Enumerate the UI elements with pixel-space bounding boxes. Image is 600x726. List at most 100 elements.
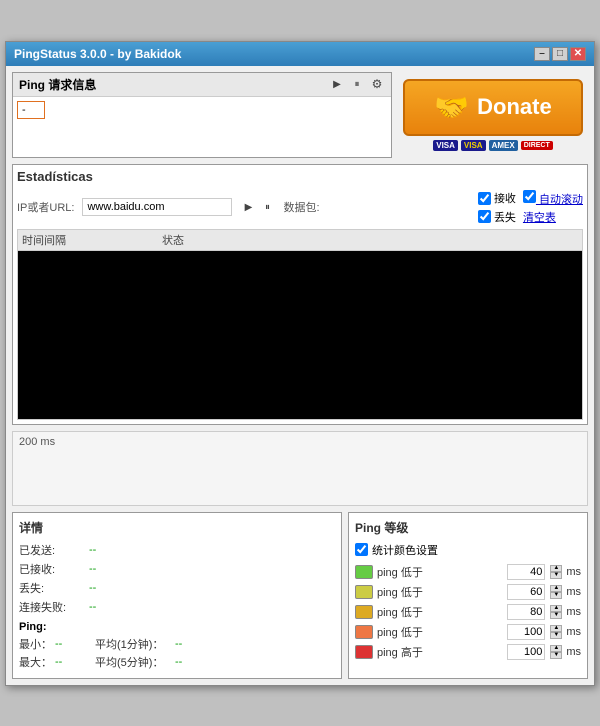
autoscroll-checkbox-row: 自动滚动: [523, 190, 583, 207]
grade-input-0[interactable]: [507, 564, 545, 580]
grade-ms-4: ms: [566, 646, 581, 658]
grade-panel: Ping 等级 统计颜色设置 ping 低于 ▲ ▼ ms ping 低于 ▲ …: [348, 512, 588, 679]
spin-down-1[interactable]: ▼: [550, 592, 562, 599]
grade-text-3: ping 低于: [377, 624, 503, 640]
grade-ms-1: ms: [566, 586, 581, 598]
stats-color-checkbox[interactable]: [355, 543, 368, 556]
failed-key: 连接失败:: [19, 599, 89, 615]
spin-up-2[interactable]: ▲: [550, 605, 562, 612]
avg5-val: --: [175, 656, 182, 668]
avg1-label: 平均(1分钟)：: [95, 636, 175, 652]
spin-up-1[interactable]: ▲: [550, 585, 562, 592]
play-button[interactable]: [329, 76, 345, 92]
receive-row: 接收 自动滚动: [478, 190, 583, 207]
payment-icons: VISA VISA AMEX DIRECT: [433, 140, 553, 151]
spinner-3: ▲ ▼: [550, 625, 562, 639]
stats-row: IP或者URL: 数据包: 接收 自动滚动: [17, 190, 583, 225]
grade-row-4: ping 高于 ▲ ▼ ms: [355, 644, 581, 660]
spin-down-2[interactable]: ▼: [550, 612, 562, 619]
pkt-label: 数据包:: [283, 199, 319, 215]
spinner-2: ▲ ▼: [550, 605, 562, 619]
pause-button[interactable]: [349, 76, 365, 92]
lose-checkbox[interactable]: [478, 210, 491, 223]
data-table-body: [17, 250, 583, 420]
grade-input-4[interactable]: [507, 644, 545, 660]
grade-row-0: ping 低于 ▲ ▼ ms: [355, 564, 581, 580]
ping-min-row: 最小： -- 平均(1分钟)： --: [19, 636, 335, 652]
received-key: 已接收:: [19, 561, 89, 577]
ping-request-box: Ping 请求信息 -: [12, 72, 392, 158]
spin-up-4[interactable]: ▲: [550, 645, 562, 652]
min-key: 最小：: [19, 636, 55, 652]
grade-ms-2: ms: [566, 606, 581, 618]
max-key: 最大：: [19, 654, 55, 670]
sent-key: 已发送:: [19, 542, 89, 558]
grade-title: Ping 等级: [355, 519, 581, 536]
ping-request-label: Ping 请求信息: [19, 76, 96, 93]
ping-request-header: Ping 请求信息: [13, 73, 391, 97]
autoscroll-label: 自动滚动: [539, 194, 583, 206]
detail-row-received: 已接收: --: [19, 561, 335, 577]
spin-down-0[interactable]: ▼: [550, 572, 562, 579]
grade-input-1[interactable]: [507, 584, 545, 600]
ip-input[interactable]: [82, 198, 232, 216]
grade-row-3: ping 低于 ▲ ▼ ms: [355, 624, 581, 640]
settings-button[interactable]: [369, 76, 385, 92]
stats-color-row: 统计颜色设置: [355, 542, 581, 558]
receive-checkbox[interactable]: [478, 192, 491, 205]
received-val: --: [89, 563, 96, 575]
grade-row-2: ping 低于 ▲ ▼ ms: [355, 604, 581, 620]
ip-label: IP或者URL:: [17, 199, 74, 215]
grade-ms-3: ms: [566, 626, 581, 638]
autoscroll-checkbox[interactable]: [523, 190, 536, 203]
spinner-0: ▲ ▼: [550, 565, 562, 579]
detail-row-sent: 已发送: --: [19, 542, 335, 558]
color-box-1: [355, 585, 373, 599]
maximize-button[interactable]: □: [552, 47, 568, 61]
title-bar-buttons: – □ ✕: [534, 47, 586, 61]
close-button[interactable]: ✕: [570, 47, 586, 61]
direct-icon: DIRECT: [521, 141, 553, 150]
ping-request-content: -: [13, 97, 391, 157]
grade-input-3[interactable]: [507, 624, 545, 640]
col-time: 时间间隔: [22, 232, 162, 248]
url-entry[interactable]: -: [17, 101, 45, 119]
stats-section: Estadísticas IP或者URL: 数据包: 接收 自动滚动: [12, 164, 588, 425]
ping-max-row: 最大： -- 平均(5分钟)： --: [19, 654, 335, 670]
col-status: 状态: [162, 232, 578, 248]
grade-text-4: ping 高于: [377, 644, 503, 660]
spin-up-3[interactable]: ▲: [550, 625, 562, 632]
sent-val: --: [89, 544, 96, 556]
top-section: Ping 请求信息 - 🤝 Donate V: [12, 72, 588, 158]
color-box-2: [355, 605, 373, 619]
stats-play-button[interactable]: [240, 199, 256, 215]
spin-down-4[interactable]: ▼: [550, 652, 562, 659]
donate-button[interactable]: 🤝 Donate: [403, 79, 583, 136]
visa-icon: VISA: [433, 140, 458, 151]
color-box-0: [355, 565, 373, 579]
title-bar: PingStatus 3.0.0 - by Bakidok – □ ✕: [6, 42, 594, 66]
lose-label: 丢失: [494, 209, 516, 225]
stats-controls: [240, 199, 275, 215]
detail-row-lost: 丢失: --: [19, 580, 335, 596]
lost-key: 丢失:: [19, 580, 89, 596]
main-window: PingStatus 3.0.0 - by Bakidok – □ ✕ Ping…: [5, 41, 595, 686]
grade-rows-container: ping 低于 ▲ ▼ ms ping 低于 ▲ ▼ ms ping 低于 ▲ …: [355, 564, 581, 660]
spin-down-3[interactable]: ▼: [550, 632, 562, 639]
stats-pause-button[interactable]: [259, 199, 275, 215]
ping-title: Ping:: [19, 621, 335, 633]
color-box-3: [355, 625, 373, 639]
spin-up-0[interactable]: ▲: [550, 565, 562, 572]
chart-label: 200 ms: [19, 436, 55, 448]
grade-input-2[interactable]: [507, 604, 545, 620]
bottom-panels: 详情 已发送: -- 已接收: -- 丢失: -- 连接失败: --: [12, 512, 588, 679]
clear-link[interactable]: 清空表: [523, 209, 556, 225]
receive-label: 接收: [494, 190, 516, 206]
header-controls: [329, 76, 385, 92]
grade-text-2: ping 低于: [377, 604, 503, 620]
donate-icon: 🤝: [434, 91, 469, 124]
details-title: 详情: [19, 519, 335, 536]
minimize-button[interactable]: –: [534, 47, 550, 61]
visa2-icon: VISA: [461, 140, 486, 151]
chart-area: 200 ms: [12, 431, 588, 506]
